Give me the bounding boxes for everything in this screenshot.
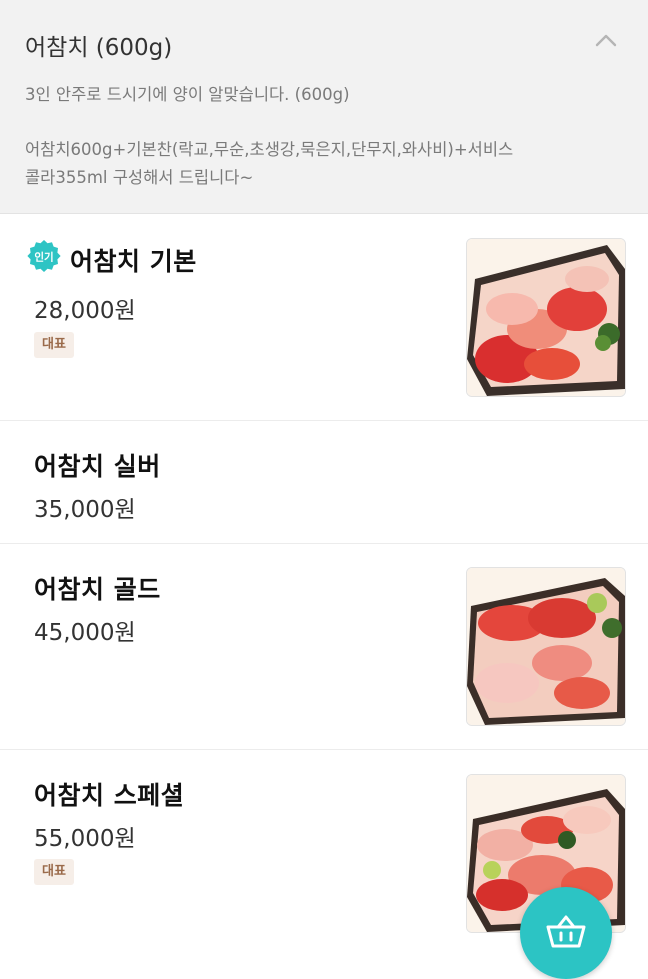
option-description-line: 3인 안주로 드시기에 양이 알맞습니다. (600g) — [25, 85, 350, 104]
chevron-up-icon[interactable] — [594, 32, 618, 48]
option-header[interactable]: 어참치 (600g) 3인 안주로 드시기에 양이 알맞습니다. (600g) … — [0, 0, 648, 214]
menu-item-basic[interactable]: 인기 어참치 기본 28,000원 대표 — [0, 214, 648, 421]
menu-item-price: 35,000원 — [34, 497, 136, 523]
menu-item-image[interactable] — [466, 238, 626, 397]
menu-item-price: 45,000원 — [34, 620, 136, 646]
option-description-line: 콜라355ml 구성해서 드립니다~ — [25, 168, 254, 187]
menu-item-price: 55,000원 — [34, 826, 136, 852]
menu-item-image[interactable] — [466, 567, 626, 726]
popular-badge-icon: 인기 — [27, 240, 61, 272]
menu-item-price: 28,000원 — [34, 298, 136, 324]
menu-item-name: 어참치 스페셜 — [34, 781, 185, 810]
popular-badge-label: 인기 — [34, 251, 53, 264]
menu-item-name: 어참치 기본 — [70, 247, 197, 276]
basket-icon — [546, 915, 586, 948]
menu-item-gold[interactable]: 어참치 골드 45,000원 — [0, 544, 648, 750]
menu-item-silver[interactable]: 어참치 실버 35,000원 — [0, 421, 648, 544]
menu-item-name: 어참치 골드 — [34, 575, 161, 604]
representative-badge: 대표 — [34, 332, 74, 358]
representative-badge: 대표 — [34, 859, 74, 885]
option-description-line: 어참치600g+기본찬(락교,무순,초생강,묵은지,단무지,와사비)+서비스 — [25, 140, 514, 159]
option-title: 어참치 (600g) — [25, 35, 173, 61]
cart-button[interactable] — [520, 887, 612, 979]
menu-item-name: 어참치 실버 — [34, 452, 161, 481]
